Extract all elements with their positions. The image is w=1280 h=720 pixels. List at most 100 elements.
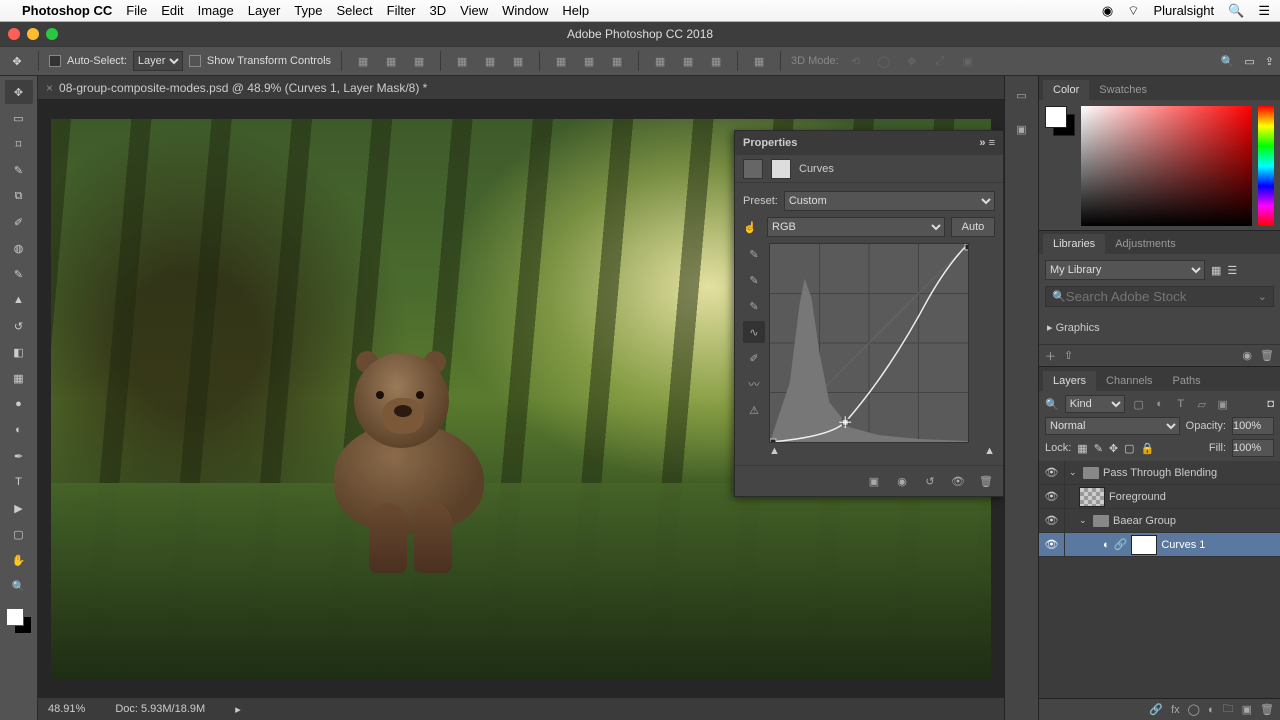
new-layer-icon[interactable]: ▣ bbox=[1242, 703, 1252, 716]
menu-help[interactable]: Help bbox=[562, 3, 589, 18]
workspace-icon[interactable]: ▭ bbox=[1244, 55, 1254, 68]
healing-tool[interactable]: ◍ bbox=[5, 236, 33, 260]
menu-window[interactable]: Window bbox=[502, 3, 548, 18]
menu-layer[interactable]: Layer bbox=[248, 3, 281, 18]
filter-pixel-icon[interactable]: ▢ bbox=[1131, 398, 1147, 411]
menu-filter[interactable]: Filter bbox=[387, 3, 416, 18]
white-point-slider[interactable]: ▲ bbox=[984, 445, 995, 457]
history-brush-tool[interactable]: ↺ bbox=[5, 314, 33, 338]
distribute-5-icon[interactable]: ▦ bbox=[677, 50, 699, 72]
hand-tool[interactable]: ✋ bbox=[5, 548, 33, 572]
search-dropdown-icon[interactable]: ⌄ bbox=[1258, 290, 1267, 303]
auto-select-checkbox[interactable] bbox=[49, 55, 61, 67]
show-transform-checkbox[interactable] bbox=[189, 55, 201, 67]
menu-type[interactable]: Type bbox=[294, 3, 322, 18]
curves-clip-icon[interactable]: ⚠ bbox=[743, 399, 765, 421]
auto-select-target[interactable]: Layer bbox=[133, 51, 183, 71]
tab-paths[interactable]: Paths bbox=[1163, 371, 1211, 391]
channel-select[interactable]: RGB bbox=[767, 217, 945, 237]
actions-panel-icon[interactable]: ▣ bbox=[1011, 118, 1033, 140]
delete-layer-icon[interactable]: 🗑 bbox=[1260, 703, 1274, 716]
layer-row[interactable]: 👁 ⌄Pass Through Blending bbox=[1039, 461, 1280, 485]
tab-adjustments[interactable]: Adjustments bbox=[1105, 234, 1186, 254]
auto-align-icon[interactable]: ▦ bbox=[748, 50, 770, 72]
curves-point-tool[interactable]: ∿ bbox=[743, 321, 765, 343]
doc-size-status[interactable]: Doc: 5.93M/18.9M bbox=[115, 703, 205, 715]
new-adjustment-icon[interactable]: ◐ bbox=[1208, 704, 1215, 716]
lock-all-icon[interactable]: 🔒 bbox=[1141, 442, 1155, 455]
zoom-tool[interactable]: 🔍 bbox=[5, 574, 33, 598]
library-sync-icon[interactable]: ◉ bbox=[1242, 349, 1252, 362]
app-name[interactable]: Photoshop CC bbox=[22, 3, 112, 18]
library-list-view-icon[interactable]: ☰ bbox=[1227, 264, 1237, 277]
user-name[interactable]: Pluralsight bbox=[1153, 3, 1214, 18]
targeted-adjustment-icon[interactable]: ☝ bbox=[743, 221, 761, 234]
gradient-tool[interactable]: ▦ bbox=[5, 366, 33, 390]
preset-select[interactable]: Custom bbox=[784, 191, 995, 211]
zoom-status[interactable]: 48.91% bbox=[48, 703, 85, 715]
align-right-icon[interactable]: ▦ bbox=[408, 50, 430, 72]
delete-adjustment-icon[interactable]: 🗑 bbox=[977, 472, 995, 490]
layer-row[interactable]: 👁 ◐🔗Curves 1 bbox=[1039, 533, 1280, 557]
cloud-icon[interactable]: ◉ bbox=[1102, 3, 1113, 19]
add-content-icon[interactable]: ＋ bbox=[1045, 348, 1056, 364]
lock-pixels-icon[interactable]: ✎ bbox=[1094, 442, 1103, 455]
wifi-icon[interactable]: ⌔ bbox=[1127, 3, 1139, 19]
distribute-6-icon[interactable]: ▦ bbox=[705, 50, 727, 72]
tab-layers[interactable]: Layers bbox=[1043, 371, 1096, 391]
eraser-tool[interactable]: ◧ bbox=[5, 340, 33, 364]
menu-edit[interactable]: Edit bbox=[161, 3, 183, 18]
color-fgbg-swatch[interactable] bbox=[1045, 106, 1075, 136]
link-layers-icon[interactable]: 🔗 bbox=[1149, 703, 1163, 716]
filter-adjustment-icon[interactable]: ◐ bbox=[1152, 398, 1168, 411]
filter-shape-icon[interactable]: ▱ bbox=[1194, 398, 1210, 411]
curves-eyedropper-white[interactable]: ✎ bbox=[743, 295, 765, 317]
library-trash-icon[interactable]: 🗑 bbox=[1260, 349, 1274, 362]
reset-icon[interactable]: ↺ bbox=[921, 472, 939, 490]
opacity-input[interactable] bbox=[1232, 417, 1274, 435]
layer-row[interactable]: 👁 Foreground bbox=[1039, 485, 1280, 509]
marquee-tool[interactable]: ▭ bbox=[5, 106, 33, 130]
panel-menu-icon[interactable]: ≡ bbox=[989, 137, 995, 149]
align-left-icon[interactable]: ▦ bbox=[352, 50, 374, 72]
eyedropper-tool[interactable]: ✐ bbox=[5, 210, 33, 234]
tab-color[interactable]: Color bbox=[1043, 80, 1089, 100]
stock-search-input[interactable] bbox=[1066, 289, 1258, 304]
spotlight-icon[interactable]: 🔍 bbox=[1228, 3, 1244, 19]
align-vcenter-icon[interactable]: ▦ bbox=[479, 50, 501, 72]
graphics-section[interactable]: ▸ Graphics bbox=[1045, 317, 1274, 338]
tab-close-icon[interactable]: × bbox=[46, 81, 53, 95]
canvas-viewport[interactable]: Properties » ≡ Curves Preset: Custom ☝ R… bbox=[38, 100, 1004, 698]
window-maximize-button[interactable] bbox=[46, 28, 58, 40]
pen-tool[interactable]: ✒ bbox=[5, 444, 33, 468]
visibility-icon[interactable]: 👁 bbox=[1045, 538, 1059, 551]
filter-toggle[interactable]: ◘ bbox=[1267, 398, 1274, 410]
menu-3d[interactable]: 3D bbox=[430, 3, 447, 18]
distribute-1-icon[interactable]: ▦ bbox=[550, 50, 572, 72]
blend-mode-select[interactable]: Normal bbox=[1045, 417, 1180, 435]
toggle-visibility-icon[interactable]: ◉ bbox=[893, 472, 911, 490]
curves-eyedropper-gray[interactable]: ✎ bbox=[743, 269, 765, 291]
window-minimize-button[interactable] bbox=[27, 28, 39, 40]
filter-type-icon[interactable]: T bbox=[1173, 398, 1189, 411]
tab-swatches[interactable]: Swatches bbox=[1089, 80, 1157, 100]
share-icon[interactable]: ⇪ bbox=[1265, 55, 1274, 68]
lock-transparency-icon[interactable]: ▦ bbox=[1077, 442, 1087, 455]
add-mask-icon[interactable]: ◯ bbox=[1188, 703, 1200, 716]
distribute-3-icon[interactable]: ▦ bbox=[606, 50, 628, 72]
crop-tool[interactable]: ⧉ bbox=[5, 184, 33, 208]
clip-to-layer-icon[interactable]: ▣ bbox=[865, 472, 883, 490]
window-close-button[interactable] bbox=[8, 28, 20, 40]
align-bottom-icon[interactable]: ▦ bbox=[507, 50, 529, 72]
lock-artboard-icon[interactable]: ▢ bbox=[1124, 442, 1134, 455]
upload-icon[interactable]: ⇧ bbox=[1064, 349, 1073, 362]
distribute-2-icon[interactable]: ▦ bbox=[578, 50, 600, 72]
foreground-background-swatch[interactable] bbox=[6, 608, 32, 634]
fill-input[interactable] bbox=[1232, 439, 1274, 457]
menu-image[interactable]: Image bbox=[198, 3, 234, 18]
rectangle-tool[interactable]: ▢ bbox=[5, 522, 33, 546]
dodge-tool[interactable]: ◐ bbox=[5, 418, 33, 442]
color-field[interactable] bbox=[1081, 106, 1252, 226]
quick-select-tool[interactable]: ✎ bbox=[5, 158, 33, 182]
layer-row[interactable]: 👁 ⌄Baear Group bbox=[1039, 509, 1280, 533]
